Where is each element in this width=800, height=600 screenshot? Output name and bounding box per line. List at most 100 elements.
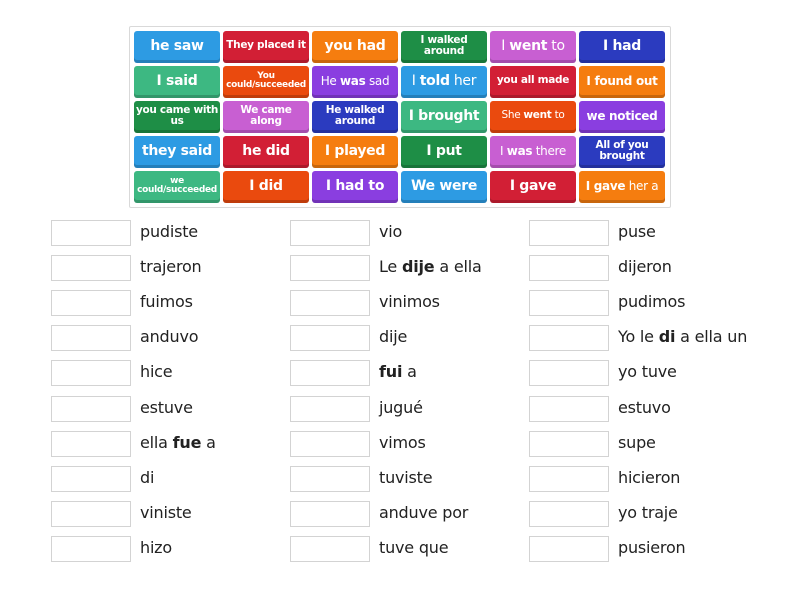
answer-tile[interactable]: We came along <box>223 101 309 133</box>
tile-label: I told her <box>411 72 477 89</box>
answer-drop-zone[interactable] <box>529 290 609 316</box>
answer-tile[interactable]: we noticed <box>579 101 665 133</box>
answer-tile[interactable]: I gave her a <box>579 171 665 203</box>
spanish-prompt: hice <box>140 362 173 381</box>
answer-drop-zone[interactable] <box>290 290 370 316</box>
answer-drop-zone[interactable] <box>290 431 370 457</box>
answer-tile[interactable]: I had to <box>312 171 398 203</box>
answer-tile[interactable]: I gave <box>490 171 576 203</box>
tile-label: He walked around <box>325 103 385 127</box>
tile-label: you came with us <box>135 103 219 127</box>
answer-tile[interactable]: I brought <box>401 101 487 133</box>
spanish-prompt: tuve que <box>379 538 449 557</box>
spanish-prompt: fui a <box>379 362 417 381</box>
answer-drop-zone[interactable] <box>529 220 609 246</box>
answer-tile[interactable]: you all made <box>490 66 576 98</box>
answer-drop-zone[interactable] <box>290 466 370 492</box>
answer-drop-zone[interactable] <box>529 360 609 386</box>
answer-tile[interactable]: I played <box>312 136 398 168</box>
answer-drop-zone[interactable] <box>290 360 370 386</box>
answer-drop-zone[interactable] <box>529 255 609 281</box>
answer-drop-zone[interactable] <box>529 325 609 351</box>
tile-label: you all made <box>496 74 570 87</box>
tile-label: All of you brought <box>595 138 649 162</box>
answer-tile[interactable]: He was sad <box>312 66 398 98</box>
answer-tile[interactable]: You could/succeeded <box>223 66 309 98</box>
answer-tile[interactable]: I had <box>579 31 665 63</box>
spanish-prompt: jugué <box>379 398 423 417</box>
answer-drop-zone[interactable] <box>51 290 131 316</box>
tile-label: I did <box>249 177 283 194</box>
spanish-prompt: yo tuve <box>618 362 677 381</box>
answer-drop-zone[interactable] <box>51 431 131 457</box>
tile-label: I put <box>426 142 462 159</box>
spanish-prompt: vio <box>379 222 403 241</box>
answer-drop-zone[interactable] <box>51 255 131 281</box>
answer-tile[interactable]: He walked around <box>312 101 398 133</box>
answer-tile[interactable]: I went to <box>490 31 576 63</box>
spanish-prompt: estuve <box>140 398 193 417</box>
answer-drop-zone[interactable] <box>529 501 609 527</box>
spanish-prompt: puse <box>618 222 656 241</box>
answer-drop-zone[interactable] <box>290 536 370 562</box>
answer-drop-zone[interactable] <box>51 220 131 246</box>
answer-drop-zone[interactable] <box>529 466 609 492</box>
tile-label: I found out <box>586 73 658 88</box>
answer-tile[interactable]: I found out <box>579 66 665 98</box>
tile-label: She went to <box>501 109 565 122</box>
answer-drop-zone[interactable] <box>290 220 370 246</box>
answer-tile[interactable]: They placed it <box>223 31 309 63</box>
tile-label: they said <box>141 142 213 159</box>
spanish-prompt: dije <box>379 327 408 346</box>
answer-drop-zone[interactable] <box>290 325 370 351</box>
answer-drop-zone[interactable] <box>290 501 370 527</box>
answer-tile[interactable]: he did <box>223 136 309 168</box>
answer-tile[interactable]: We were <box>401 171 487 203</box>
answer-drop-zone[interactable] <box>529 431 609 457</box>
tile-label: He was sad <box>320 73 390 88</box>
answer-drop-zone[interactable] <box>290 255 370 281</box>
tile-label: We came along <box>240 103 292 127</box>
answer-tile[interactable]: All of you brought <box>579 136 665 168</box>
answer-drop-zone[interactable] <box>51 360 131 386</box>
answer-drop-zone[interactable] <box>529 536 609 562</box>
answer-drop-zone[interactable] <box>51 466 131 492</box>
answer-drop-zone[interactable] <box>290 396 370 422</box>
spanish-prompt: vinimos <box>379 292 440 311</box>
spanish-prompt: tuviste <box>379 468 433 487</box>
spanish-prompt: viniste <box>140 503 192 522</box>
spanish-prompt: Yo le di a ella un <box>618 327 748 346</box>
answer-tile[interactable]: I told her <box>401 66 487 98</box>
spanish-prompt: supe <box>618 433 656 452</box>
answer-tile[interactable]: they said <box>134 136 220 168</box>
answer-tile[interactable]: he saw <box>134 31 220 63</box>
spanish-prompt: pudiste <box>140 222 198 241</box>
answer-drop-zone[interactable] <box>51 325 131 351</box>
spanish-prompt: pudimos <box>618 292 686 311</box>
answer-tile[interactable]: you came with us <box>134 101 220 133</box>
answer-tile[interactable]: She went to <box>490 101 576 133</box>
answer-drop-zone[interactable] <box>51 536 131 562</box>
answer-tile[interactable]: I walked around <box>401 31 487 63</box>
answer-tile[interactable]: I was there <box>490 136 576 168</box>
answer-drop-zone[interactable] <box>51 501 131 527</box>
spanish-prompt: estuvo <box>618 398 671 417</box>
spanish-prompt: vimos <box>379 433 426 452</box>
tile-label: I gave <box>509 177 557 194</box>
answer-tile[interactable]: I said <box>134 66 220 98</box>
answer-tile[interactable]: I put <box>401 136 487 168</box>
tile-label: I said <box>156 72 198 89</box>
answer-drop-zone[interactable] <box>529 396 609 422</box>
answer-drop-zone[interactable] <box>51 396 131 422</box>
answer-tile[interactable]: we could/succeeded <box>134 171 220 203</box>
spanish-prompt: anduvo <box>140 327 199 346</box>
tile-label: I had to <box>325 177 385 194</box>
tile-label: you had <box>324 37 386 54</box>
spanish-prompt: hizo <box>140 538 172 557</box>
answer-tile[interactable]: you had <box>312 31 398 63</box>
tile-label: I brought <box>408 107 480 124</box>
spanish-prompt: anduve por <box>379 503 469 522</box>
answer-tile[interactable]: I did <box>223 171 309 203</box>
tile-board: he saw They placed it you had I walked arou… <box>129 26 671 208</box>
tile-label: I played <box>324 142 386 159</box>
